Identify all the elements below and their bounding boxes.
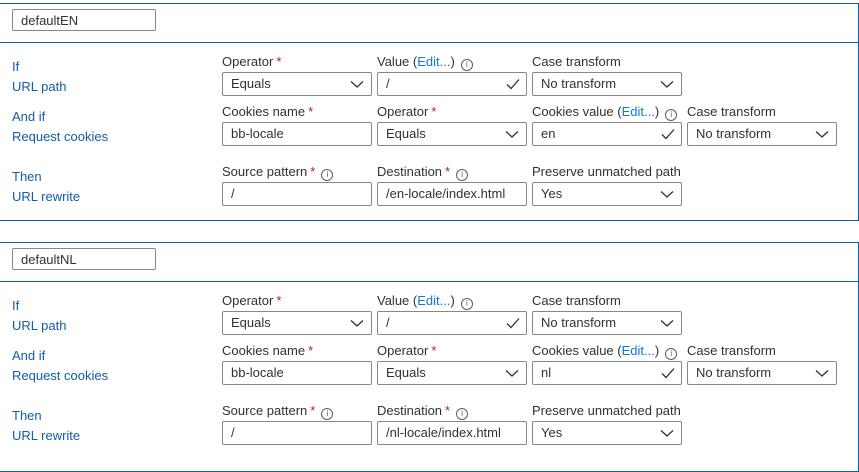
operator-label: Operator * <box>222 54 282 69</box>
chevron-down-icon <box>660 191 674 198</box>
chevron-down-icon <box>660 430 674 437</box>
source-pattern-input[interactable]: / <box>222 182 372 206</box>
cookies-name-label: Cookies name * <box>222 343 314 358</box>
case-transform-dropdown[interactable]: No transform <box>687 361 837 385</box>
action-prefix: Then <box>12 169 42 184</box>
rule-name-input[interactable] <box>12 9 156 31</box>
operator-dropdown[interactable]: Equals <box>222 72 372 96</box>
preserve-unmatched-path-label: Preserve unmatched path <box>532 164 681 179</box>
condition-type-link[interactable]: URL path <box>12 316 66 336</box>
case-transform-dropdown[interactable]: No transform <box>532 72 682 96</box>
action-then-label: Then URL rewrite <box>12 406 80 446</box>
info-icon[interactable]: i <box>321 408 334 420</box>
chevron-down-icon <box>505 370 519 377</box>
checkmark-icon <box>506 79 520 90</box>
checkmark-icon <box>506 318 520 329</box>
rule-header-divider <box>0 42 859 43</box>
info-icon[interactable]: i <box>456 169 469 181</box>
action-type-link[interactable]: URL rewrite <box>12 426 80 446</box>
operator-dropdown[interactable]: Equals <box>377 361 527 385</box>
case-transform-dropdown[interactable]: No transform <box>532 311 682 335</box>
rule-defaultEN: If URL path Operator* Value (Edit...)i C… <box>0 3 859 221</box>
destination-input[interactable]: /en-locale/index.html <box>377 182 527 206</box>
preserve-unmatched-path-label: Preserve unmatched path <box>532 403 681 418</box>
source-pattern-label: Source pattern * i <box>222 403 334 420</box>
cookies-value-combobox[interactable]: nl <box>532 361 682 385</box>
operator-label: Operator * <box>222 293 282 308</box>
chevron-down-icon <box>660 81 674 88</box>
operator-dropdown[interactable]: Equals <box>222 311 372 335</box>
info-icon[interactable]: i <box>460 59 473 71</box>
cookies-name-input[interactable]: bb-locale <box>222 361 372 385</box>
chevron-down-icon <box>350 81 364 88</box>
condition-type-link[interactable]: URL path <box>12 77 66 97</box>
info-icon[interactable]: i <box>321 169 334 181</box>
destination-input[interactable]: /nl-locale/index.html <box>377 421 527 445</box>
condition-type-link[interactable]: Request cookies <box>12 127 108 147</box>
cookies-value-label: Cookies value (Edit...) i <box>532 104 678 121</box>
action-then-label: Then URL rewrite <box>12 167 80 207</box>
condition-prefix: If <box>12 59 20 74</box>
rule-defaultNL: If URL path Operator* Value (Edit...)i C… <box>0 242 859 472</box>
value-combobox[interactable]: / <box>377 311 527 335</box>
chevron-down-icon <box>505 131 519 138</box>
value-label: Value (Edit...) i <box>377 54 473 71</box>
chevron-down-icon <box>660 320 674 327</box>
info-icon[interactable]: i <box>456 408 469 420</box>
cookies-value-edit-link[interactable]: Edit... <box>622 343 655 358</box>
checkmark-icon <box>661 129 675 140</box>
cookies-value-edit-link[interactable]: Edit... <box>622 104 655 119</box>
condition-prefix: And if <box>12 109 46 124</box>
case-transform-dropdown[interactable]: No transform <box>687 122 837 146</box>
condition-if-label: If URL path <box>12 296 66 336</box>
condition-prefix: And if <box>12 348 46 363</box>
condition-prefix: If <box>12 298 20 313</box>
rule-name-input[interactable] <box>12 248 156 270</box>
value-combobox[interactable]: / <box>377 72 527 96</box>
operator-label: Operator * <box>377 343 437 358</box>
value-label: Value (Edit...) i <box>377 293 473 310</box>
case-transform-label: Case transform <box>687 104 776 119</box>
case-transform-label: Case transform <box>532 54 621 69</box>
info-icon[interactable]: i <box>460 298 473 310</box>
condition-type-link[interactable]: Request cookies <box>12 366 108 386</box>
checkmark-icon <box>661 368 675 379</box>
operator-dropdown[interactable]: Equals <box>377 122 527 146</box>
chevron-down-icon <box>350 320 364 327</box>
case-transform-label: Case transform <box>532 293 621 308</box>
info-icon[interactable]: i <box>665 348 678 360</box>
rule-header-divider <box>0 281 859 282</box>
source-pattern-label: Source pattern * i <box>222 164 334 181</box>
preserve-unmatched-path-dropdown[interactable]: Yes <box>532 182 682 206</box>
destination-label: Destination * i <box>377 164 469 181</box>
condition-and-if-label: And if Request cookies <box>12 346 108 386</box>
cookies-value-label: Cookies value (Edit...) i <box>532 343 678 360</box>
preserve-unmatched-path-dropdown[interactable]: Yes <box>532 421 682 445</box>
chevron-down-icon <box>815 131 829 138</box>
action-prefix: Then <box>12 408 42 423</box>
condition-and-if-label: And if Request cookies <box>12 107 108 147</box>
case-transform-label: Case transform <box>687 343 776 358</box>
condition-if-label: If URL path <box>12 57 66 97</box>
cookies-name-input[interactable]: bb-locale <box>222 122 372 146</box>
value-edit-link[interactable]: Edit... <box>417 293 450 308</box>
source-pattern-input[interactable]: / <box>222 421 372 445</box>
destination-label: Destination * i <box>377 403 469 420</box>
info-icon[interactable]: i <box>665 109 678 121</box>
value-edit-link[interactable]: Edit... <box>417 54 450 69</box>
action-type-link[interactable]: URL rewrite <box>12 187 80 207</box>
operator-label: Operator * <box>377 104 437 119</box>
cookies-value-combobox[interactable]: en <box>532 122 682 146</box>
cookies-name-label: Cookies name * <box>222 104 314 119</box>
chevron-down-icon <box>815 370 829 377</box>
